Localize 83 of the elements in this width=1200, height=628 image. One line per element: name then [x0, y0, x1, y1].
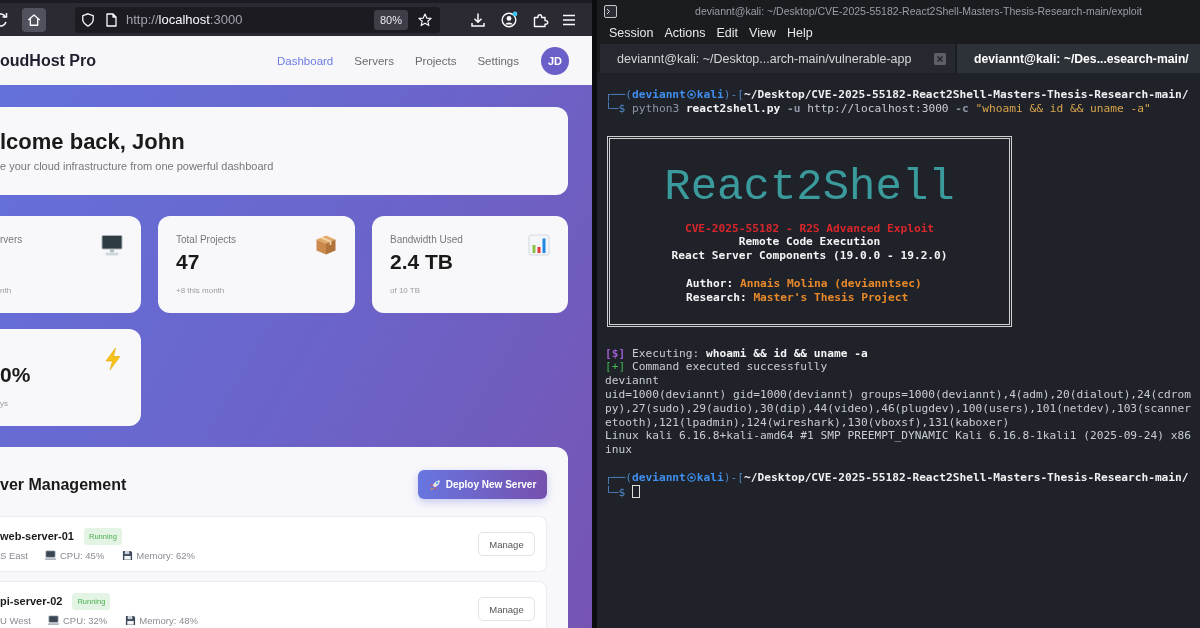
prompt-path: kali)-[~/Desktop/CVE-2025-55182-React2Shell-Masters-Thesis-Research-main/	[696, 470, 1189, 484]
circle-symbol-icon	[686, 90, 696, 99]
menu-item[interactable]: View	[749, 26, 776, 40]
home-icon	[27, 12, 41, 27]
menu-item[interactable]: Help	[786, 26, 813, 40]
output-line: [+] Command executed successfully	[605, 360, 829, 375]
deploy-button[interactable]: Deploy New Server	[418, 470, 547, 499]
brand-name: oudHost Pro	[0, 51, 96, 70]
menu-item[interactable]: Edit	[716, 26, 739, 40]
prompt-path: kali)-[~/Desktop/CVE-2025-55182-React2Shell-Masters-Thesis-Research-main/	[696, 88, 1189, 101]
nav-link[interactable]: Projects	[414, 54, 457, 67]
credit-line: Author: Annais Molina (devianntsec)	[686, 276, 922, 291]
prompt-user: ┌──(deviannt	[605, 88, 686, 101]
lightning-icon	[103, 347, 123, 371]
prompt-user: ┌──(deviannt	[605, 470, 686, 484]
prompt-symbol: └─$	[605, 485, 626, 499]
stat-value: 2.4 TB	[390, 250, 454, 274]
manage-button[interactable]: Manage	[478, 532, 535, 556]
address-bar[interactable]: http://localhost:3000 80%	[75, 6, 440, 33]
url-text: http://localhost:3000	[126, 12, 244, 27]
monitor-icon	[101, 234, 123, 256]
puzzle-icon[interactable]	[533, 11, 549, 28]
terminal-tab[interactable]: deviannt@kali: ~/Desktop...arch-main/vulnerable-app	[600, 44, 955, 73]
stat-note: of 10 TB	[390, 285, 421, 296]
stat-note: +8 this month	[176, 285, 225, 296]
memory-usage: Memory: 48%	[139, 614, 198, 626]
output-line: inux	[605, 443, 633, 457]
output-line: etooth),121(lpadmin),124(wireshark),130(vboxsf),131(kaboxer)	[605, 415, 1011, 430]
cpu-usage: CPU: 32%	[62, 614, 108, 626]
page-icon[interactable]	[106, 12, 117, 27]
stat-label: Total Projects	[176, 233, 237, 246]
download-icon[interactable]	[470, 11, 486, 28]
panel-title: ver Management	[0, 475, 127, 494]
credit-line: Research: Master's Thesis Project	[686, 290, 909, 305]
memory-usage: Memory: 62%	[136, 549, 195, 561]
menu-item[interactable]: Session	[609, 26, 654, 40]
manage-button[interactable]: Manage	[478, 597, 535, 621]
cpu-usage: CPU: 45%	[60, 549, 105, 561]
banner-line: React Server Components (19.0.0 - 19.2.0)	[671, 249, 948, 263]
account-icon[interactable]	[501, 11, 518, 28]
stat-label: Bandwidth Used	[390, 233, 463, 246]
output-line: py),27(sudo),29(audio),30(dip),44(video),46(plugdev),100(users),101(netdev),103(scanner	[605, 401, 1192, 416]
bar-chart-icon	[528, 234, 550, 256]
banner-art: React2Shell	[664, 164, 955, 209]
output-line: deviannt	[605, 374, 660, 388]
bookmark-star-icon[interactable]	[418, 12, 432, 27]
output-line: uid=1000(deviannt) gid=1000(deviannt) groups=1000(deviannt),4(adm),20(dialout),24(cdrom	[605, 388, 1192, 402]
terminal-icon	[604, 4, 617, 18]
stat-note: nth	[0, 285, 12, 296]
package-icon	[315, 234, 337, 256]
server-region: U West	[0, 614, 31, 626]
shield-icon[interactable]	[82, 12, 94, 27]
welcome-title: lcome back, John	[0, 129, 186, 155]
zoom-level-button[interactable]: 80%	[373, 9, 408, 30]
menu-item[interactable]: Actions	[664, 26, 706, 40]
output-line: [$] Executing: whoami && id && uname -a	[605, 346, 869, 361]
server-name: pi-server-02	[0, 595, 63, 607]
user-avatar[interactable]: JD	[541, 46, 569, 75]
welcome-subtitle: e your cloud infrastructure from one powerful dashboard	[0, 159, 275, 173]
terminal-tab[interactable]: deviannt@kali: ~/Des...esearch-main/	[957, 44, 1200, 73]
banner-line: CVE-2025-55182 - R2S Advanced Exploit	[684, 221, 935, 236]
menu-icon[interactable]	[562, 13, 576, 26]
window-title: deviannt@kali: ~/Desktop/CVE-2025-55182-React2Shell-Masters-Thesis-Research-main/exploit	[694, 5, 1143, 17]
stat-note: ys	[0, 398, 8, 409]
home-button[interactable]	[22, 7, 46, 32]
banner-line: Remote Code Execution	[738, 235, 881, 250]
server-region: S East	[0, 549, 28, 561]
rocket-icon	[428, 478, 441, 491]
reload-icon[interactable]	[0, 11, 8, 28]
nav-link[interactable]: Settings	[477, 54, 519, 67]
nav-link[interactable]: Dashboard	[277, 54, 334, 67]
server-name: web-server-01	[0, 530, 74, 542]
laptop-icon	[46, 614, 60, 626]
nav-link[interactable]: Servers	[354, 54, 394, 67]
stat-label: rvers	[0, 233, 23, 246]
stat-value: 47	[176, 250, 200, 274]
stat-value: 0%	[0, 363, 31, 387]
text-cursor-icon	[632, 484, 641, 498]
close-icon[interactable]	[934, 52, 946, 65]
command-line: └─$ python3 react2shell.py -u http://localhost:3000 -c "whoami && id && uname -a"	[605, 101, 1152, 116]
circle-symbol-icon	[686, 472, 696, 482]
output-line: Linux kali 6.16.8+kali-amd64 #1 SMP PREEMPT_DYNAMIC Kali 6.16.8-1kali1 (2025-09-24) x86	[605, 429, 1192, 444]
laptop-icon	[44, 549, 57, 561]
